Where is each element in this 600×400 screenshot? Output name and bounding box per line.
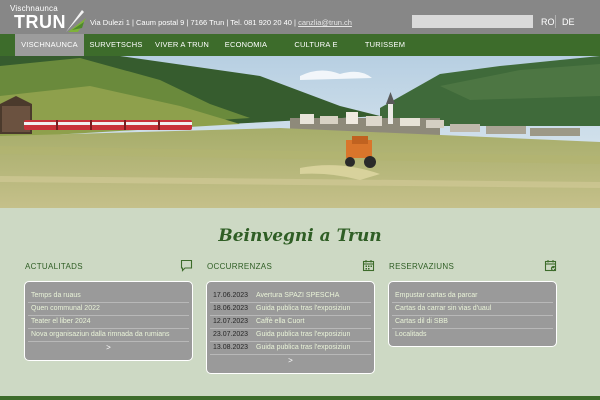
event-row[interactable]: 23.07.2023 Guida publica tras l'exposiziu…: [210, 329, 371, 342]
list-item[interactable]: Empustar cartas da parcar: [392, 290, 553, 303]
event-date: 17.06.2023: [213, 292, 249, 299]
landscape-photo: [0, 56, 600, 208]
occurrenzas-panel: 17.06.2023 Avertura SPAZI SPESCHA 18.06.2…: [206, 281, 375, 374]
list-item[interactable]: Temps da ruaus: [28, 290, 189, 303]
reservaziuns-panel: Empustar cartas da parcar Cartas da carr…: [388, 281, 557, 347]
nav-item-turissem[interactable]: TURISSEM: [360, 34, 410, 56]
list-item[interactable]: Nova organisaziun dalla rimnada da rumia…: [28, 329, 189, 342]
news-item-link[interactable]: Temps da ruaus: [31, 292, 81, 299]
list-item[interactable]: Quen communal 2022: [28, 303, 189, 316]
reservation-link[interactable]: Cartas dil di SBB: [395, 318, 448, 325]
event-date: 23.07.2023: [213, 331, 249, 338]
calendar-check-icon: [544, 260, 557, 272]
event-title-link[interactable]: Guida publica tras l'exposiziun: [256, 331, 350, 338]
hero-image: [0, 56, 600, 208]
search-input[interactable]: [412, 15, 533, 28]
main-nav: VISCHNAUNCA SURVETSCHS VIVER A TRUN ECON…: [0, 34, 600, 71]
nav-item-survetschs[interactable]: SURVETSCHS: [85, 34, 147, 56]
calendar-icon: [362, 260, 375, 272]
nav-item-vischnaunca[interactable]: VISCHNAUNCA: [15, 34, 84, 56]
lang-divider: [555, 15, 556, 28]
news-item-link[interactable]: Nova organisaziun dalla rimnada da rumia…: [31, 331, 170, 338]
event-title-link[interactable]: Avertura SPAZI SPESCHA: [256, 292, 339, 299]
actualitads-panel: Temps da ruaus Quen communal 2022 Teater…: [24, 281, 193, 361]
list-item[interactable]: Teater el liber 2024: [28, 316, 189, 329]
news-item-link[interactable]: Teater el liber 2024: [31, 318, 91, 325]
list-item[interactable]: Localitads: [392, 329, 553, 342]
event-row[interactable]: 13.08.2023 Guida publica tras l'exposiziu…: [210, 342, 371, 355]
site-logo[interactable]: Vischnaunca TRUN: [10, 4, 86, 34]
event-title-link[interactable]: Caffè ella Cuort: [256, 318, 305, 325]
list-item[interactable]: Cartas da carrar sin vias d'uaul: [392, 303, 553, 316]
event-row[interactable]: 12.07.2023 Caffè ella Cuort: [210, 316, 371, 329]
contact-email-link[interactable]: canzlia@trun.ch: [298, 18, 352, 27]
occurrenzas-more-button[interactable]: >: [210, 355, 371, 369]
reservation-link[interactable]: Localitads: [395, 331, 427, 338]
footer-bar: [0, 396, 600, 400]
event-row[interactable]: 18.06.2023 Guida publica tras l'exposiziu…: [210, 303, 371, 316]
reservaziuns-title: RESERVAZIUNS: [389, 262, 455, 271]
contact-address: Via Dulezi 1 | Caum postal 9 | 7166 Trun…: [90, 18, 296, 27]
contact-info: Via Dulezi 1 | Caum postal 9 | 7166 Trun…: [90, 18, 352, 27]
train-illustration: [24, 120, 192, 130]
list-item[interactable]: Cartas dil di SBB: [392, 316, 553, 329]
nav-item-viver-a-trun[interactable]: VIVER A TRUN: [151, 34, 213, 56]
event-date: 18.06.2023: [213, 305, 249, 312]
site-header: Vischnaunca TRUN Via Dulezi 1 | Caum pos…: [0, 0, 600, 34]
news-item-link[interactable]: Quen communal 2022: [31, 305, 100, 312]
logo-leaf-icon: [66, 10, 86, 32]
event-date: 13.08.2023: [213, 344, 249, 351]
actualitads-more-button[interactable]: >: [28, 342, 189, 356]
welcome-heading: Beinvegni a Trun: [218, 226, 382, 246]
logo-title: TRUN: [14, 12, 66, 32]
nav-item-economia[interactable]: ECONOMIA: [218, 34, 274, 56]
chat-icon: [180, 259, 193, 272]
occurrenzas-title: OCCURRENZAS: [207, 262, 273, 271]
nav-item-cultura-e-sport[interactable]: CULTURA E SPORT: [281, 34, 351, 71]
event-title-link[interactable]: Guida publica tras l'exposiziun: [256, 344, 350, 351]
actualitads-title: ACTUALITADS: [25, 262, 83, 271]
lang-de-link[interactable]: DE: [562, 17, 575, 27]
reservation-link[interactable]: Cartas da carrar sin vias d'uaul: [395, 305, 491, 312]
reservation-link[interactable]: Empustar cartas da parcar: [395, 292, 477, 299]
lang-ro-link[interactable]: RO: [541, 17, 555, 27]
event-row[interactable]: 17.06.2023 Avertura SPAZI SPESCHA: [210, 290, 371, 303]
event-date: 12.07.2023: [213, 318, 249, 325]
event-title-link[interactable]: Guida publica tras l'exposiziun: [256, 305, 350, 312]
